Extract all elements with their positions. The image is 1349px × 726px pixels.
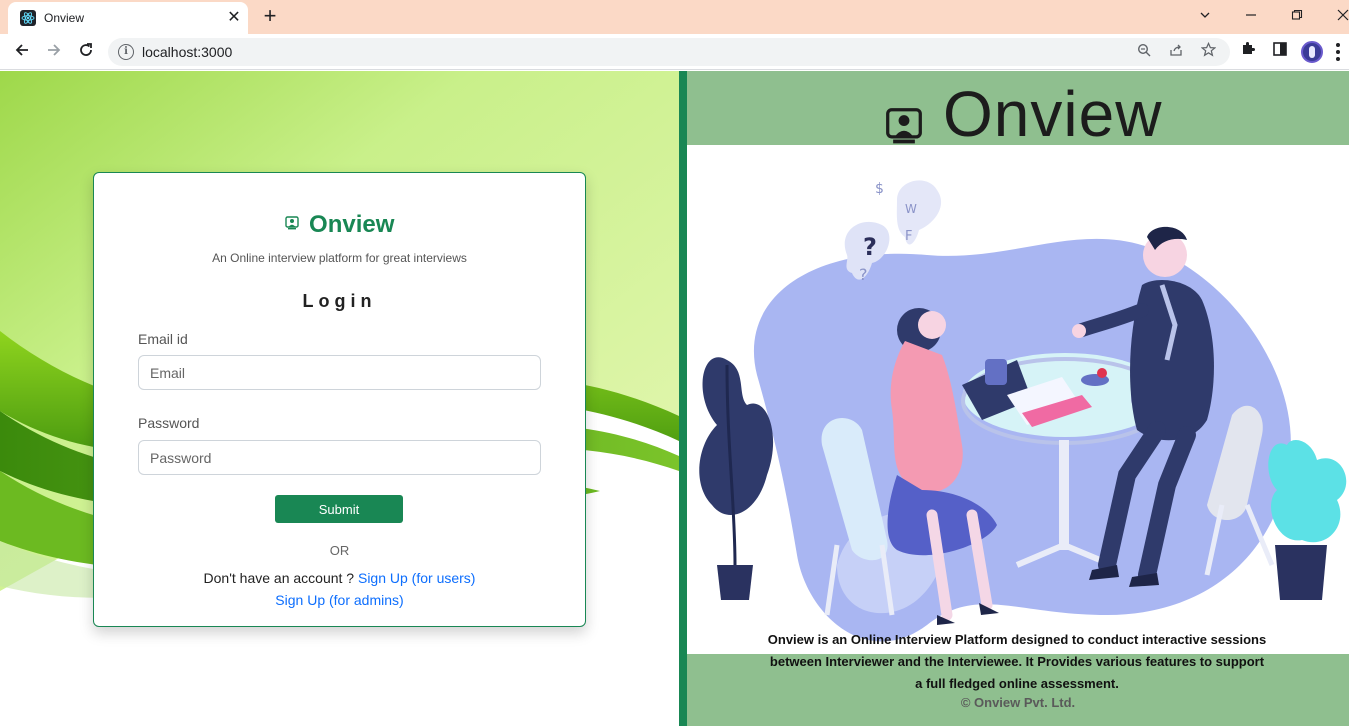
- no-account-text: Don't have an account ?: [203, 570, 358, 586]
- svg-text:?: ?: [863, 233, 877, 261]
- minimize-icon[interactable]: [1236, 4, 1266, 28]
- password-input[interactable]: [138, 440, 541, 475]
- hero-description: Onview is an Online Interview Platform d…: [767, 632, 1267, 691]
- interview-illustration: ? ? W F $: [699, 180, 1347, 642]
- browser-tab[interactable]: Onview ✕: [8, 2, 248, 34]
- signup-users-link[interactable]: Sign Up (for users): [358, 570, 475, 586]
- extensions-icon[interactable]: [1236, 40, 1260, 64]
- hero-title: Onview: [943, 78, 1163, 150]
- restore-icon[interactable]: [1282, 4, 1312, 28]
- email-input[interactable]: [138, 355, 541, 390]
- star-icon[interactable]: [1198, 41, 1218, 62]
- copyright: © Onview Pvt. Ltd.: [960, 695, 1076, 710]
- profile-avatar[interactable]: [1301, 41, 1323, 63]
- sidepanel-icon[interactable]: [1268, 40, 1292, 64]
- info-icon[interactable]: i: [118, 44, 134, 60]
- tagline: An Online interview platform for great i…: [212, 251, 467, 265]
- brand-name: Onview: [309, 211, 395, 238]
- zoom-icon[interactable]: [1134, 42, 1154, 62]
- svg-text:F: F: [905, 229, 912, 244]
- brand: Onview: [94, 211, 585, 239]
- menu-icon[interactable]: [1336, 42, 1342, 62]
- login-heading: Login: [302, 291, 377, 311]
- svg-text:$: $: [875, 181, 884, 197]
- pane-divider: [679, 71, 687, 726]
- forward-arrow-icon[interactable]: [42, 40, 66, 64]
- svg-text:?: ?: [859, 265, 868, 284]
- email-label: Email id: [138, 331, 188, 347]
- new-tab-button[interactable]: +: [258, 4, 282, 28]
- url-text: localhost:3000: [142, 44, 233, 60]
- tab-close-icon[interactable]: ✕: [224, 8, 244, 28]
- signup-prompt: Don't have an account ? Sign Up (for use…: [94, 570, 585, 586]
- hero-pane: Onview ? ? W F $ Onview is an Online Int…: [687, 71, 1349, 726]
- tab-title: Onview: [44, 11, 85, 25]
- signup-admin-row: Sign Up (for admins): [94, 592, 585, 608]
- password-label: Password: [138, 415, 200, 431]
- signup-admins-link[interactable]: Sign Up (for admins): [275, 592, 403, 608]
- svg-text:W: W: [905, 202, 917, 216]
- reload-icon[interactable]: [74, 40, 98, 64]
- login-pane: Onview An Online interview platform for …: [0, 71, 679, 726]
- chevron-down-icon[interactable]: [1190, 4, 1220, 28]
- close-icon[interactable]: [1328, 4, 1349, 28]
- hero-header: Onview: [687, 71, 1349, 150]
- back-arrow-icon[interactable]: [10, 40, 34, 64]
- interview-logo-icon: [885, 107, 923, 150]
- browser-toolbar: i localhost:3000: [0, 34, 1349, 70]
- share-icon[interactable]: [1166, 42, 1186, 62]
- or-separator: OR: [329, 543, 350, 558]
- address-bar[interactable]: i localhost:3000: [108, 38, 1230, 66]
- login-card: Onview An Online interview platform for …: [93, 172, 586, 627]
- submit-button[interactable]: Submit: [275, 495, 403, 523]
- interview-logo-icon: [284, 215, 299, 235]
- react-favicon-icon: [20, 10, 36, 26]
- browser-tab-bar: Onview ✕ +: [0, 0, 1349, 34]
